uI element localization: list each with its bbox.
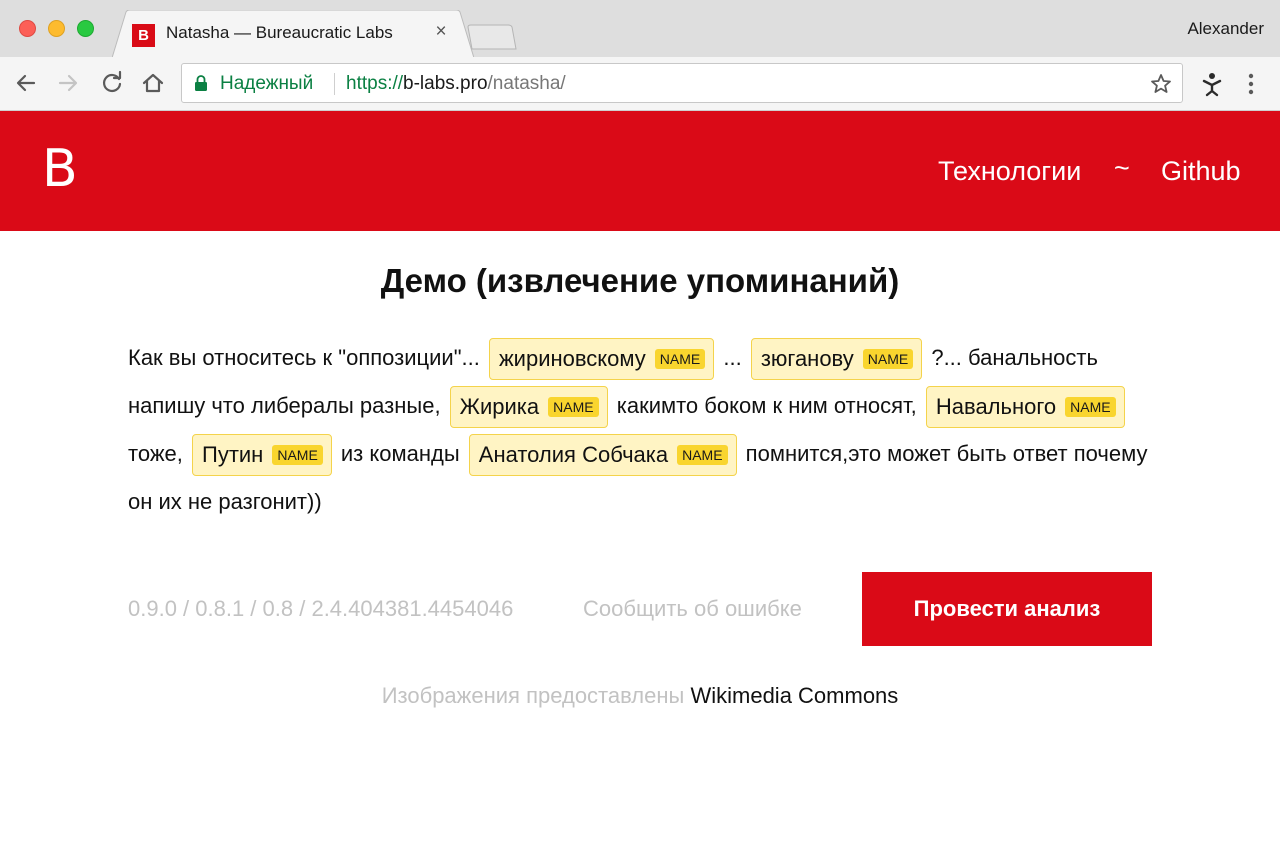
- mention-text: зюганову: [760, 346, 854, 372]
- plain-text: тоже,: [128, 441, 189, 466]
- page-title: Демо (извлечение упоминаний): [380, 262, 900, 299]
- omnibox-divider: [334, 73, 335, 95]
- plain-text: какимто боком к ним относят,: [610, 393, 923, 418]
- mention-text: Анатолия Собчака: [478, 442, 669, 468]
- mention-chip[interactable]: жириновскому NAME: [488, 338, 715, 381]
- kebab-menu-icon[interactable]: [1244, 71, 1258, 97]
- tab-favicon-icon: B: [132, 24, 155, 47]
- mention-type-badge: NAME: [548, 397, 599, 418]
- back-arrow-icon[interactable]: [12, 69, 40, 97]
- lock-icon[interactable]: [194, 75, 208, 91]
- tab-title: Natasha — Bureaucratic Labs: [166, 23, 393, 42]
- mention-text: Навального: [935, 394, 1057, 420]
- plain-text: из команды: [334, 441, 466, 466]
- mention-chip[interactable]: Навального NAME: [925, 386, 1125, 429]
- profile-name[interactable]: Alexander: [1187, 19, 1264, 39]
- nav-link-technologies[interactable]: Технологии: [938, 156, 1081, 187]
- report-error-link[interactable]: Сообщить об ошибке: [583, 596, 802, 622]
- analyze-button[interactable]: Провести анализ: [862, 572, 1152, 646]
- mention-chip[interactable]: Жирика NAME: [449, 386, 608, 429]
- mention-chip[interactable]: Анатолия Собчака NAME: [468, 434, 737, 477]
- new-tab-button[interactable]: [466, 24, 518, 50]
- mention-text: Путин: [202, 442, 264, 468]
- mention-chip[interactable]: Путин NAME: [192, 434, 332, 477]
- mention-type-badge: NAME: [1065, 397, 1116, 418]
- mention-text: жириновскому: [498, 346, 646, 372]
- demo-text-area[interactable]: Как вы относитесь к "оппозиции"... жирин…: [128, 334, 1158, 526]
- site-logo[interactable]: B: [42, 139, 78, 199]
- tab-close-icon[interactable]: ×: [430, 21, 452, 43]
- mention-text: Жирика: [459, 394, 540, 420]
- mention-chip[interactable]: зюганову NAME: [750, 338, 923, 381]
- minimize-window-button[interactable]: [48, 20, 65, 37]
- extension-icon[interactable]: [1200, 71, 1224, 97]
- forward-arrow-icon[interactable]: [54, 69, 82, 97]
- version-info: 0.9.0 / 0.8.1 / 0.8 / 2.4.404381.4454046: [128, 596, 514, 621]
- star-icon[interactable]: [1150, 73, 1172, 95]
- browser-toolbar: Надежный https://b-labs.pro/natasha/: [0, 57, 1280, 111]
- mention-type-badge: NAME: [862, 349, 914, 370]
- secure-label[interactable]: Надежный: [220, 73, 313, 95]
- reload-icon[interactable]: [98, 69, 126, 97]
- credits-source-link[interactable]: Wikimedia Commons: [690, 683, 898, 708]
- url-path: /natasha/: [487, 73, 566, 94]
- maximize-window-button[interactable]: [77, 20, 94, 37]
- plain-text: ...: [717, 345, 748, 370]
- site-header: B Технологии ~ Github: [0, 111, 1280, 231]
- plain-text: Как вы относитесь к "оппозиции"...: [128, 345, 486, 370]
- mention-type-badge: NAME: [677, 445, 728, 466]
- url-scheme: https://: [346, 73, 404, 94]
- image-credits: Изображения предоставлены Wikimedia Comm…: [0, 683, 1280, 709]
- browser-tab-active[interactable]: B Natasha — Bureaucratic Labs ×: [112, 10, 474, 58]
- nav-link-github[interactable]: Github: [1161, 156, 1241, 187]
- nav-separator: ~: [1114, 153, 1130, 183]
- address-bar[interactable]: Надежный https://b-labs.pro/natasha/: [181, 63, 1183, 103]
- url-host: b-labs.pro: [403, 73, 488, 94]
- credits-prefix: Изображения предоставлены: [381, 683, 685, 708]
- url-text[interactable]: https://b-labs.pro/natasha/: [346, 73, 566, 95]
- close-window-button[interactable]: [19, 20, 36, 37]
- mention-type-badge: NAME: [272, 445, 323, 466]
- mention-type-badge: NAME: [654, 349, 706, 370]
- home-icon[interactable]: [139, 69, 167, 97]
- browser-tab-strip: B Natasha — Bureaucratic Labs × Alexande…: [0, 0, 1280, 58]
